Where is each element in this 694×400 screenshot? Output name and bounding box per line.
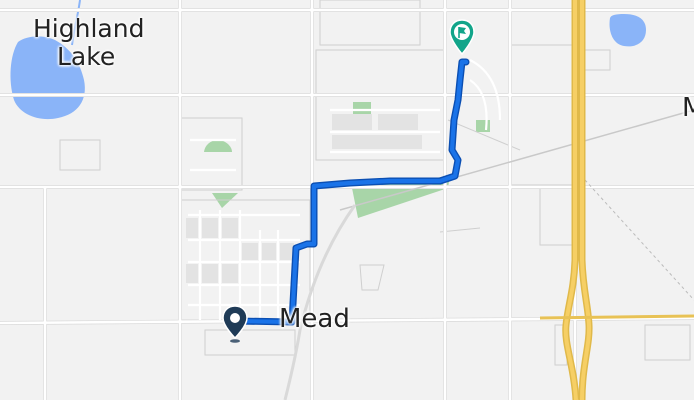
small-lake-water	[609, 14, 646, 47]
dashed-track	[584, 179, 694, 301]
flag-pin-icon[interactable]	[448, 18, 476, 58]
park-block	[204, 140, 232, 152]
highland-lake-label-line1: Highland	[33, 14, 145, 43]
park-block	[476, 120, 490, 132]
highland-lake-label-line2: Lake	[57, 42, 116, 71]
location-pin-icon[interactable]	[220, 304, 250, 344]
place-label-edge-partial: M	[682, 93, 694, 123]
place-label-mead: Mead	[279, 304, 350, 334]
place-label-highland-lake: Highland Lake	[33, 16, 144, 69]
interstate-highway	[539, 0, 694, 400]
map-canvas[interactable]: Highland Lake Mead M	[0, 0, 694, 400]
